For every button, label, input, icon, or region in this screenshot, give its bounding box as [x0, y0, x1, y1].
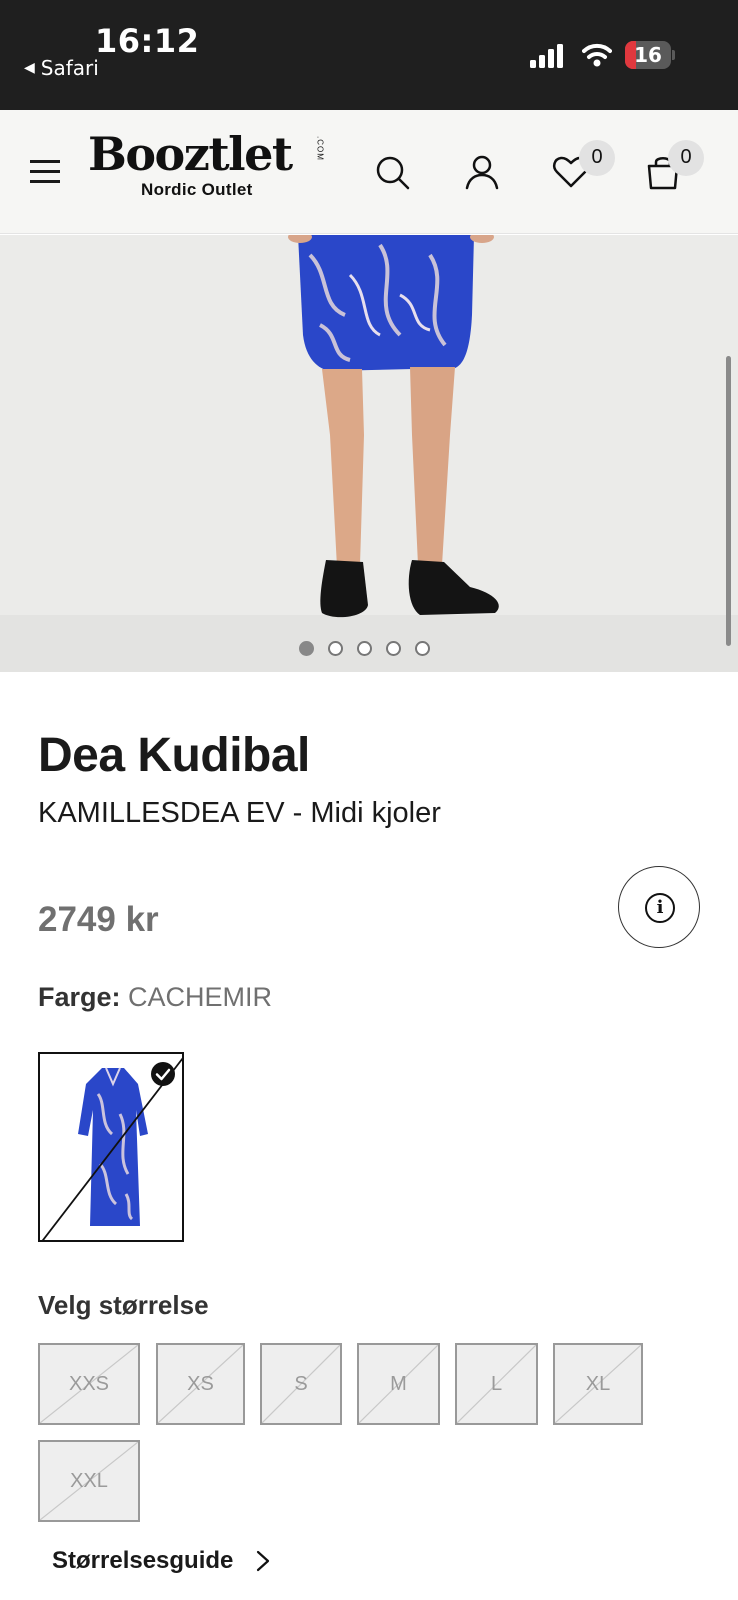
size-guide-label: Størrelsesguide	[52, 1547, 234, 1574]
back-label: Safari	[40, 56, 99, 80]
gallery-dot[interactable]	[328, 641, 343, 656]
logo-tagline: Nordic Outlet	[141, 180, 253, 199]
size-label: XXS	[68, 1373, 110, 1395]
gallery-pagination	[299, 641, 430, 656]
color-line: Farge: CACHEMIR	[38, 982, 272, 1013]
battery-level: 16	[634, 43, 662, 67]
product-price: 2749 kr	[38, 900, 159, 939]
size-option-xxs[interactable]: XXS	[38, 1343, 140, 1425]
color-value: CACHEMIR	[128, 982, 273, 1012]
search-icon[interactable]	[372, 152, 412, 192]
logo-wordmark: Booztlet	[88, 127, 293, 181]
product-image-gallery[interactable]	[0, 235, 738, 672]
wishlist-count-badge: 0	[579, 140, 615, 176]
info-icon: i	[645, 893, 675, 923]
back-arrow-icon: ◀	[24, 60, 35, 76]
gallery-dot[interactable]	[415, 641, 430, 656]
size-label: L	[490, 1373, 503, 1395]
gallery-dot[interactable]	[386, 641, 401, 656]
selected-check-icon	[151, 1062, 175, 1086]
site-logo[interactable]: Booztlet .COM Nordic Outlet	[88, 127, 325, 199]
chevron-right-icon	[257, 1550, 270, 1572]
size-option-m[interactable]: M	[357, 1343, 440, 1425]
status-bar: 16:12 ◀ Safari 16	[0, 0, 738, 110]
size-option-xl[interactable]: XL	[553, 1343, 643, 1425]
color-label: Farge:	[38, 982, 121, 1012]
account-icon[interactable]	[462, 152, 502, 192]
size-label: XS	[187, 1373, 214, 1395]
product-name: KAMILLESDEA EV - Midi kjoler	[38, 797, 441, 829]
size-option-s[interactable]: S	[260, 1343, 342, 1425]
wifi-icon	[582, 43, 612, 67]
product-photo	[0, 235, 738, 672]
size-option-l[interactable]: L	[455, 1343, 538, 1425]
page-scrollbar[interactable]	[726, 356, 731, 646]
status-time: 16:12	[95, 22, 200, 60]
color-swatch-cachemir[interactable]	[38, 1052, 184, 1242]
size-section-title: Velg størrelse	[38, 1290, 209, 1320]
battery-indicator: 16	[625, 41, 675, 69]
gallery-dot[interactable]	[299, 641, 314, 656]
size-option-xs[interactable]: XS	[156, 1343, 245, 1425]
cart-count-badge: 0	[668, 140, 704, 176]
size-guide-link[interactable]: Størrelsesguide	[52, 1547, 271, 1575]
gallery-dot[interactable]	[357, 641, 372, 656]
logo-com: .COM	[315, 136, 325, 161]
price-info-button[interactable]: i	[618, 866, 700, 948]
size-option-xxl[interactable]: XXL	[38, 1440, 140, 1522]
size-label: XL	[585, 1373, 611, 1395]
product-brand[interactable]: Dea Kudibal	[38, 728, 310, 783]
site-header: Booztlet .COM Nordic Outlet 0 0	[0, 110, 738, 234]
cellular-signal-icon	[530, 44, 563, 68]
size-label: S	[294, 1373, 308, 1395]
back-to-safari[interactable]: ◀ Safari	[24, 56, 99, 80]
menu-icon[interactable]	[30, 160, 60, 184]
size-label: XXL	[70, 1470, 108, 1492]
size-label: M	[390, 1373, 407, 1395]
